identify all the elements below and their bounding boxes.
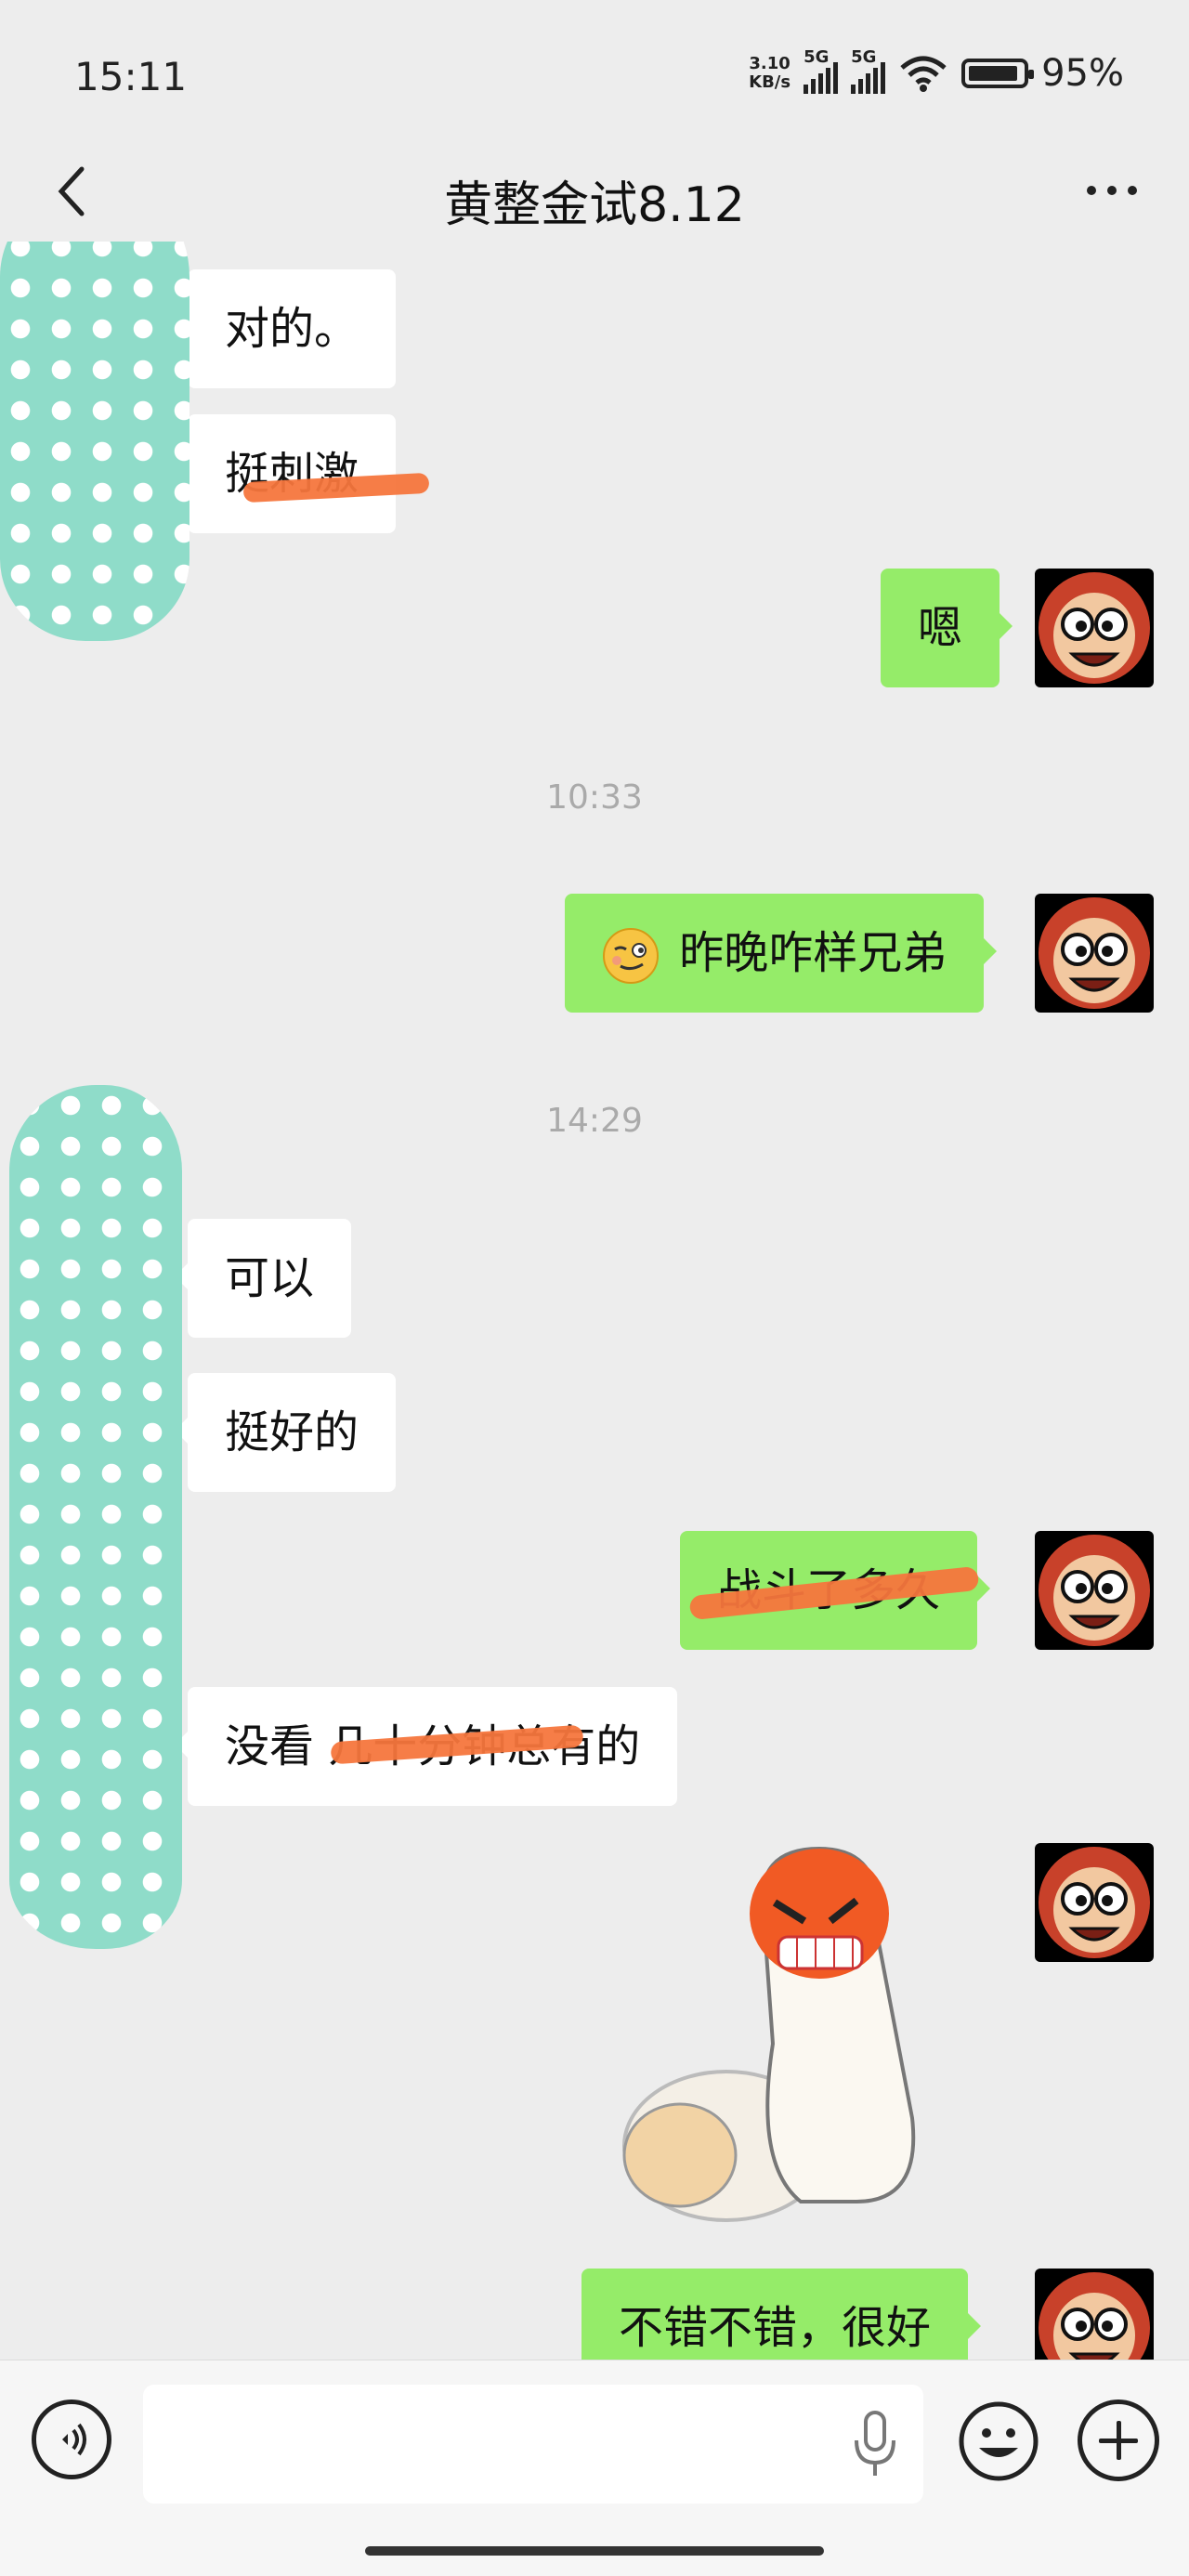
signal-5g-icon-2: 5G bbox=[851, 47, 886, 94]
input-bar bbox=[0, 2360, 1189, 2576]
message-incoming[interactable]: 可以 bbox=[174, 1219, 352, 1338]
wifi-icon bbox=[900, 56, 947, 92]
message-bubble[interactable]: 不错不错，很好 bbox=[581, 2269, 982, 2360]
net-speed-value: 3.10 bbox=[749, 54, 790, 73]
cartoon-avatar-icon bbox=[1039, 1535, 1150, 1646]
smirk-emoji-icon bbox=[603, 928, 659, 984]
battery-icon bbox=[961, 59, 1035, 88]
avatar[interactable] bbox=[1035, 1531, 1154, 1650]
microphone-icon[interactable] bbox=[847, 2407, 903, 2481]
message-bubble[interactable]: 挺刺激 bbox=[174, 414, 397, 533]
signal-label: 5G bbox=[804, 47, 830, 67]
cartoon-avatar-icon bbox=[1039, 572, 1150, 684]
signal-label-2: 5G bbox=[851, 47, 877, 67]
voice-icon[interactable] bbox=[32, 2399, 111, 2479]
message-outgoing[interactable]: 嗯 bbox=[881, 569, 1013, 687]
emoji-icon[interactable] bbox=[957, 2399, 1040, 2483]
avatar[interactable] bbox=[1035, 2269, 1154, 2360]
message-bubble[interactable]: 对的。 bbox=[174, 269, 397, 388]
message-input[interactable] bbox=[143, 2385, 923, 2504]
message-bubble[interactable]: 嗯 bbox=[881, 569, 1013, 687]
plus-icon[interactable] bbox=[1078, 2399, 1159, 2481]
message-bubble[interactable]: 昨晚咋样兄弟 bbox=[565, 894, 998, 1013]
timestamp: 10:33 bbox=[546, 778, 643, 817]
status-bar: 15:11 3.10 KB/s 5G 5G 95% bbox=[0, 0, 1189, 149]
message-outgoing[interactable]: 昨晚咋样兄弟 bbox=[565, 894, 998, 1013]
message-bubble[interactable]: 可以 bbox=[174, 1219, 352, 1338]
cartoon-avatar-icon bbox=[1039, 2272, 1150, 2360]
message-text: 昨晚咋样兄弟 bbox=[679, 927, 947, 979]
message-outgoing[interactable]: 不错不错，很好 bbox=[581, 2269, 982, 2360]
cartoon-avatar-icon bbox=[1039, 897, 1150, 1009]
message-incoming[interactable]: 对的。 bbox=[174, 269, 397, 388]
status-time: 15:11 bbox=[74, 54, 188, 99]
cartoon-sticker-icon[interactable] bbox=[615, 1811, 1005, 2257]
avatar[interactable] bbox=[1035, 894, 1154, 1013]
message-bubble[interactable]: 挺好的 bbox=[174, 1373, 397, 1492]
chat-title: 黄整金试8.12 bbox=[444, 177, 745, 233]
net-speed-unit: KB/s bbox=[749, 72, 791, 92]
home-indicator[interactable] bbox=[365, 2546, 824, 2556]
status-icons: 3.10 KB/s 5G 5G 95% bbox=[749, 47, 1124, 95]
net-speed: 3.10 KB/s bbox=[749, 55, 790, 92]
chat-header: 黄整金试8.12 bbox=[0, 149, 1189, 242]
timestamp: 14:29 bbox=[546, 1102, 643, 1140]
redaction-blob bbox=[9, 1085, 182, 1949]
avatar[interactable] bbox=[1035, 569, 1154, 687]
signal-5g-icon: 5G bbox=[804, 47, 839, 94]
redaction-blob bbox=[0, 242, 189, 641]
chat-message-list[interactable]: 对的。 挺刺激 嗯 10:33 昨晚咋样兄弟 14:29 可以 挺好的 没看 不… bbox=[0, 242, 1189, 2360]
cartoon-avatar-icon bbox=[1039, 1847, 1150, 1958]
message-incoming[interactable]: 挺刺激 bbox=[174, 414, 397, 533]
avatar[interactable] bbox=[1035, 1843, 1154, 1962]
battery-percent: 95% bbox=[1041, 52, 1124, 95]
more-options-icon[interactable] bbox=[1079, 177, 1144, 204]
message-incoming[interactable]: 挺好的 bbox=[174, 1373, 397, 1492]
